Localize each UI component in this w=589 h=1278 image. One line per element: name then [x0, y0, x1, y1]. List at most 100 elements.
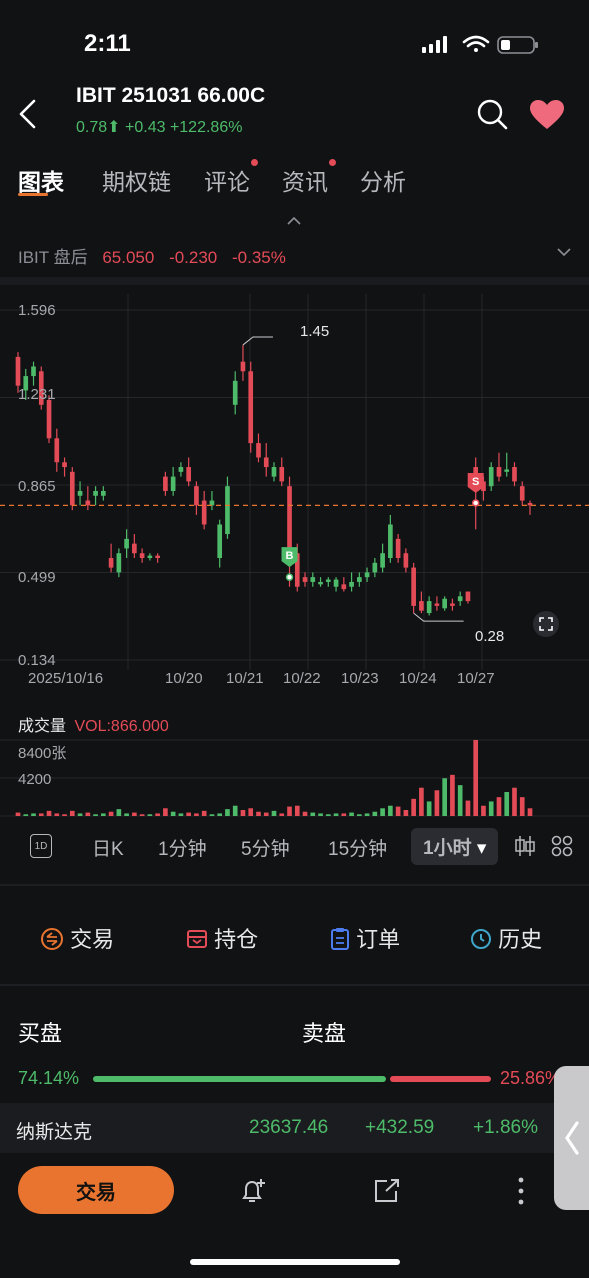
period-1hour[interactable]: 1小时 ▾ [411, 828, 499, 865]
volume-bar [108, 811, 114, 816]
volume-tick-label: 8400张 [18, 745, 67, 762]
candle [279, 457, 285, 487]
volume-bar [116, 809, 122, 816]
x-tick-label: 10/27 [457, 670, 495, 687]
trade-action[interactable]: 交易 [40, 922, 114, 954]
back-icon[interactable] [16, 98, 40, 130]
divider [0, 984, 589, 986]
index-change: +432.59 [365, 1117, 435, 1138]
candle [217, 519, 223, 568]
period-5min[interactable]: 5分钟 [241, 834, 290, 861]
y-tick-label: 1.596 [18, 302, 56, 319]
candle [512, 462, 517, 487]
candle [54, 428, 60, 472]
volume-bar [442, 778, 447, 816]
candle [434, 596, 440, 611]
status-icons [422, 35, 538, 54]
price-change: +0.43 [125, 119, 166, 136]
orders-clipboard-icon [331, 928, 349, 950]
history-action[interactable]: 历史 [470, 922, 542, 954]
side-drawer-handle[interactable] [554, 1066, 589, 1210]
tab-chart[interactable]: 图表 [18, 163, 64, 197]
volume-bar [357, 814, 362, 816]
candle [101, 486, 106, 501]
low-leader-line [413, 612, 464, 622]
volume-chart [0, 739, 589, 817]
candle [325, 577, 331, 587]
history-clock-icon [471, 929, 491, 949]
volume-bar [481, 805, 486, 816]
up-arrow-icon: ⬆ [107, 119, 121, 136]
volume-value: VOL:866.000 [74, 718, 169, 735]
last-price: 0.78 [76, 119, 108, 136]
candle [225, 476, 230, 539]
volume-bar [411, 798, 416, 816]
period-1d-icon[interactable]: 1D [30, 834, 52, 858]
trade-icon [41, 928, 63, 950]
candle-style-icon[interactable] [514, 835, 536, 857]
candle [426, 596, 432, 616]
tab-option-chain[interactable]: 期权链 [102, 163, 171, 197]
volume-bar [132, 812, 137, 816]
candle [403, 548, 409, 573]
bid-ratio-bar [93, 1076, 387, 1082]
divider [0, 277, 589, 285]
tab-news[interactable]: 资讯 [282, 163, 328, 197]
volume-bar [240, 810, 246, 816]
volume-header: 成交量 VOL:866.000 [18, 712, 169, 736]
candle [287, 476, 292, 587]
ask-percent: 25.86% [500, 1068, 562, 1088]
tab-comments[interactable]: 评论 [204, 163, 250, 197]
volume-bar [473, 740, 479, 816]
after-hours-price: 65.050 [102, 248, 155, 267]
volume-bar [217, 813, 223, 816]
candle [450, 598, 455, 611]
period-daily[interactable]: 日K [92, 834, 124, 861]
candle [395, 534, 401, 563]
volume-bar [310, 812, 316, 816]
after-hours-label: IBIT 盘后 [18, 248, 88, 267]
collapse-chevron-up-icon[interactable] [286, 216, 302, 226]
holdings-action[interactable]: 持仓 [186, 922, 258, 954]
index-ticker-bar[interactable]: 纳斯达克 23637.46 +432.59 +1.86% [0, 1103, 589, 1153]
volume-bar [93, 814, 98, 816]
volume-bar [271, 810, 277, 816]
candle [132, 534, 137, 559]
period-15min[interactable]: 15分钟 [328, 834, 387, 861]
candle [457, 591, 463, 606]
volume-title: 成交量 [18, 718, 67, 735]
share-icon[interactable] [372, 1177, 402, 1205]
volume-bar [488, 801, 494, 816]
candle [31, 361, 36, 386]
candle [201, 490, 207, 530]
search-icon[interactable] [476, 98, 510, 132]
fullscreen-expand-icon[interactable] [533, 611, 559, 637]
orders-action[interactable]: 订单 [330, 922, 400, 954]
status-time: 2:11 [84, 30, 131, 57]
candle [341, 577, 347, 592]
bid-label: 买盘 [18, 1021, 63, 1046]
x-tick-label: 10/21 [226, 670, 264, 687]
more-options-icon[interactable] [516, 1176, 526, 1206]
candle [271, 462, 277, 482]
volume-bar [287, 806, 292, 816]
volume-bar [426, 801, 432, 816]
volume-bar [77, 813, 83, 816]
grid-menu-icon[interactable] [551, 835, 573, 857]
volume-bar [504, 792, 510, 816]
after-hours-row[interactable]: IBIT 盘后 65.050 -0.230 -0.35% [18, 243, 296, 268]
volume-bar [527, 808, 533, 816]
favorite-heart-icon[interactable] [528, 98, 566, 132]
volume-bar [380, 808, 385, 816]
volume-bar [388, 805, 393, 816]
x-tick-label: 10/22 [283, 670, 321, 687]
chevron-down-icon[interactable] [556, 246, 572, 258]
price-alert-bell-icon[interactable] [238, 1176, 268, 1206]
candle [419, 591, 424, 614]
tab-analysis[interactable]: 分析 [360, 163, 406, 197]
trade-button[interactable]: 交易 [18, 1166, 174, 1214]
volume-bar [209, 814, 215, 816]
period-1min[interactable]: 1分钟 [158, 834, 207, 861]
volume-bar [403, 810, 409, 816]
volume-bar [349, 812, 354, 816]
